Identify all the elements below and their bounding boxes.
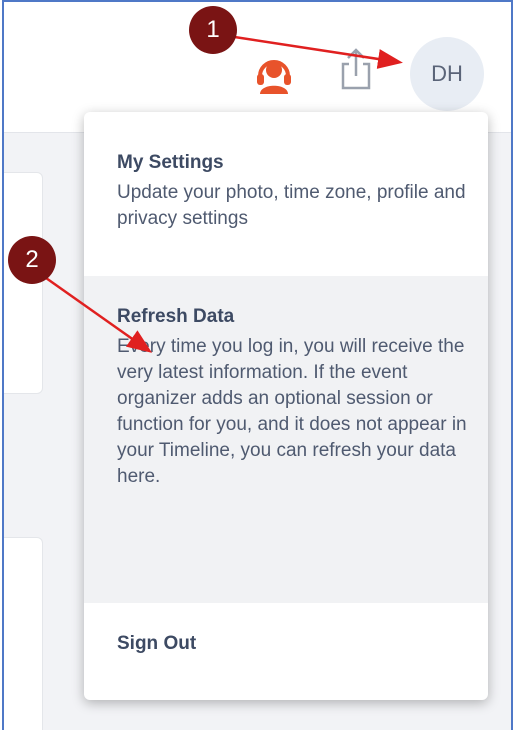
headset-icon[interactable] bbox=[252, 54, 296, 94]
annotation-marker-1: 1 bbox=[189, 6, 237, 54]
my-settings-title: My Settings bbox=[117, 152, 224, 173]
user-avatar[interactable]: DH bbox=[410, 37, 484, 111]
menu-item-refresh-data[interactable]: Refresh Data Every time you log in, you … bbox=[84, 276, 488, 603]
annotation-marker-2: 2 bbox=[8, 236, 56, 284]
menu-item-sign-out[interactable]: Sign Out bbox=[84, 603, 488, 700]
share-icon[interactable] bbox=[339, 46, 373, 90]
my-settings-description: Update your photo, time zone, profile an… bbox=[117, 182, 466, 229]
user-dropdown-menu: My Settings Update your photo, time zone… bbox=[84, 112, 488, 700]
menu-item-my-settings[interactable]: My Settings Update your photo, time zone… bbox=[84, 152, 488, 232]
background-card bbox=[4, 537, 43, 730]
refresh-data-description: Every time you log in, you will receive … bbox=[117, 336, 467, 487]
sign-out-label: Sign Out bbox=[117, 633, 197, 654]
refresh-data-title: Refresh Data bbox=[117, 306, 235, 327]
